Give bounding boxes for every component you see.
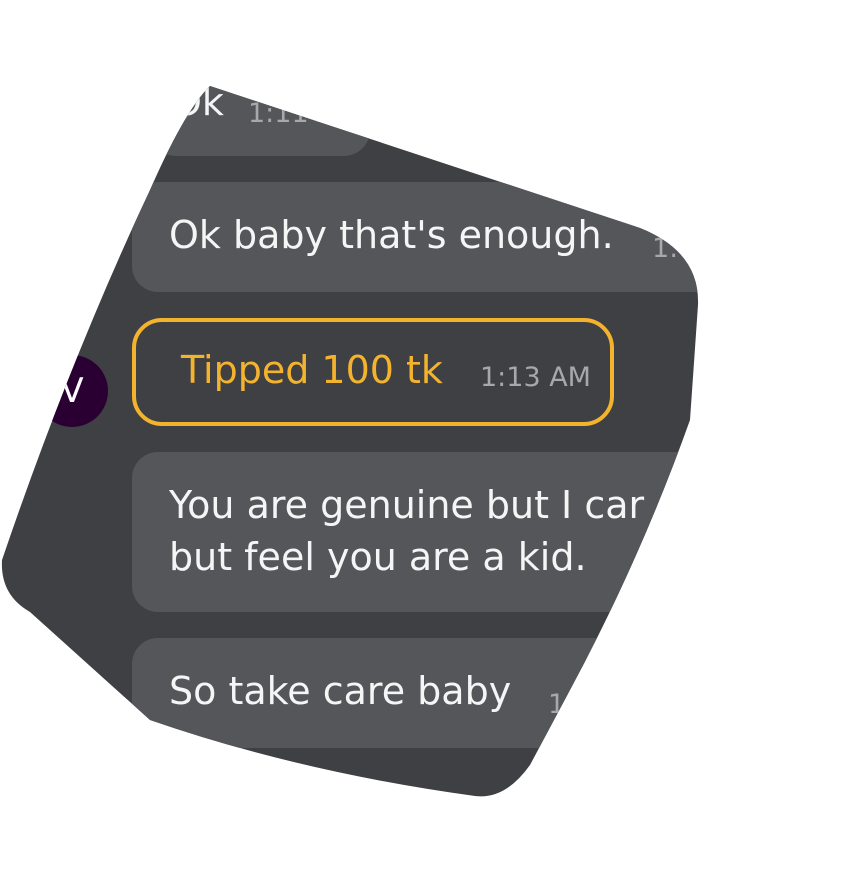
message-text: So take care baby <box>169 669 512 713</box>
message-time: 1: <box>652 233 679 264</box>
message-time: 1: <box>548 689 575 720</box>
message-bubble[interactable] <box>132 452 752 612</box>
message-bubble[interactable] <box>150 40 370 156</box>
avatar[interactable]: V <box>36 355 108 427</box>
chat-panel: Ok 1:11 AM Ok baby that's enough. 1: V T… <box>0 0 844 891</box>
message-text: Ok baby that's enough. <box>169 213 614 257</box>
tip-message-text: Tipped 100 tk <box>181 348 443 392</box>
message-text-line-2: but feel you are a kid. <box>169 535 587 579</box>
message-text: Ok <box>172 80 224 124</box>
message-time: 1:11 AM <box>248 98 359 129</box>
message-text-line-1: You are genuine but I car <box>169 483 645 527</box>
message-time: 1:13 AM <box>480 362 591 393</box>
